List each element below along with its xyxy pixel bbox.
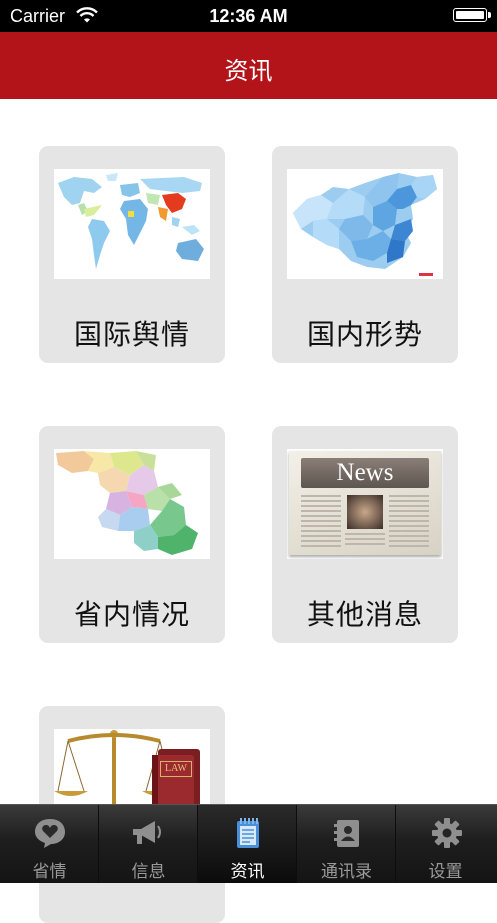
tab-label: 省情 [32,862,67,882]
tile-label: 国际舆情 [73,318,190,351]
province-map-image [54,449,210,559]
heart-bubble-icon [35,819,65,848]
status-bar: Carrier 12:36 AM [0,0,497,32]
newspaper-image: News [287,449,443,559]
status-time: 12:36 AM [209,6,288,26]
tile-label: 国内形势 [306,318,423,351]
tab-settings[interactable]: 设置 [396,805,497,883]
newspaper-masthead: News [336,459,394,486]
megaphone-icon [133,821,161,844]
navigation-bar: 资讯 [0,32,497,99]
tab-contacts[interactable]: 通讯录 [297,805,396,883]
world-map-image [54,169,210,279]
tab-label: 设置 [428,862,463,882]
gear-icon [432,818,462,848]
tab-label: 通讯录 [321,862,372,882]
page-title: 资讯 [224,57,273,85]
tile-label: 省内情况 [73,598,190,631]
tile-international-opinion[interactable]: 国际舆情 [39,146,225,363]
tile-other-news[interactable]: News 其他消息 [272,426,458,643]
tab-label: 信息 [131,862,166,882]
tab-bar: 省情 信息 资讯 通讯录 设置 [0,804,497,883]
china-map-image [287,169,443,279]
tab-news[interactable]: 资讯 [198,805,297,883]
tile-label: 其他消息 [306,598,423,631]
tile-provincial-situation[interactable]: 省内情况 [39,426,225,643]
law-book-title: LAW [160,761,192,777]
contacts-book-icon [334,820,359,847]
tab-information[interactable]: 信息 [99,805,198,883]
battery-icon [453,8,491,22]
tab-label: 资讯 [230,862,265,882]
tab-provincial[interactable]: 省情 [0,805,99,883]
notepad-icon [237,818,259,848]
tile-domestic-situation[interactable]: 国内形势 [272,146,458,363]
